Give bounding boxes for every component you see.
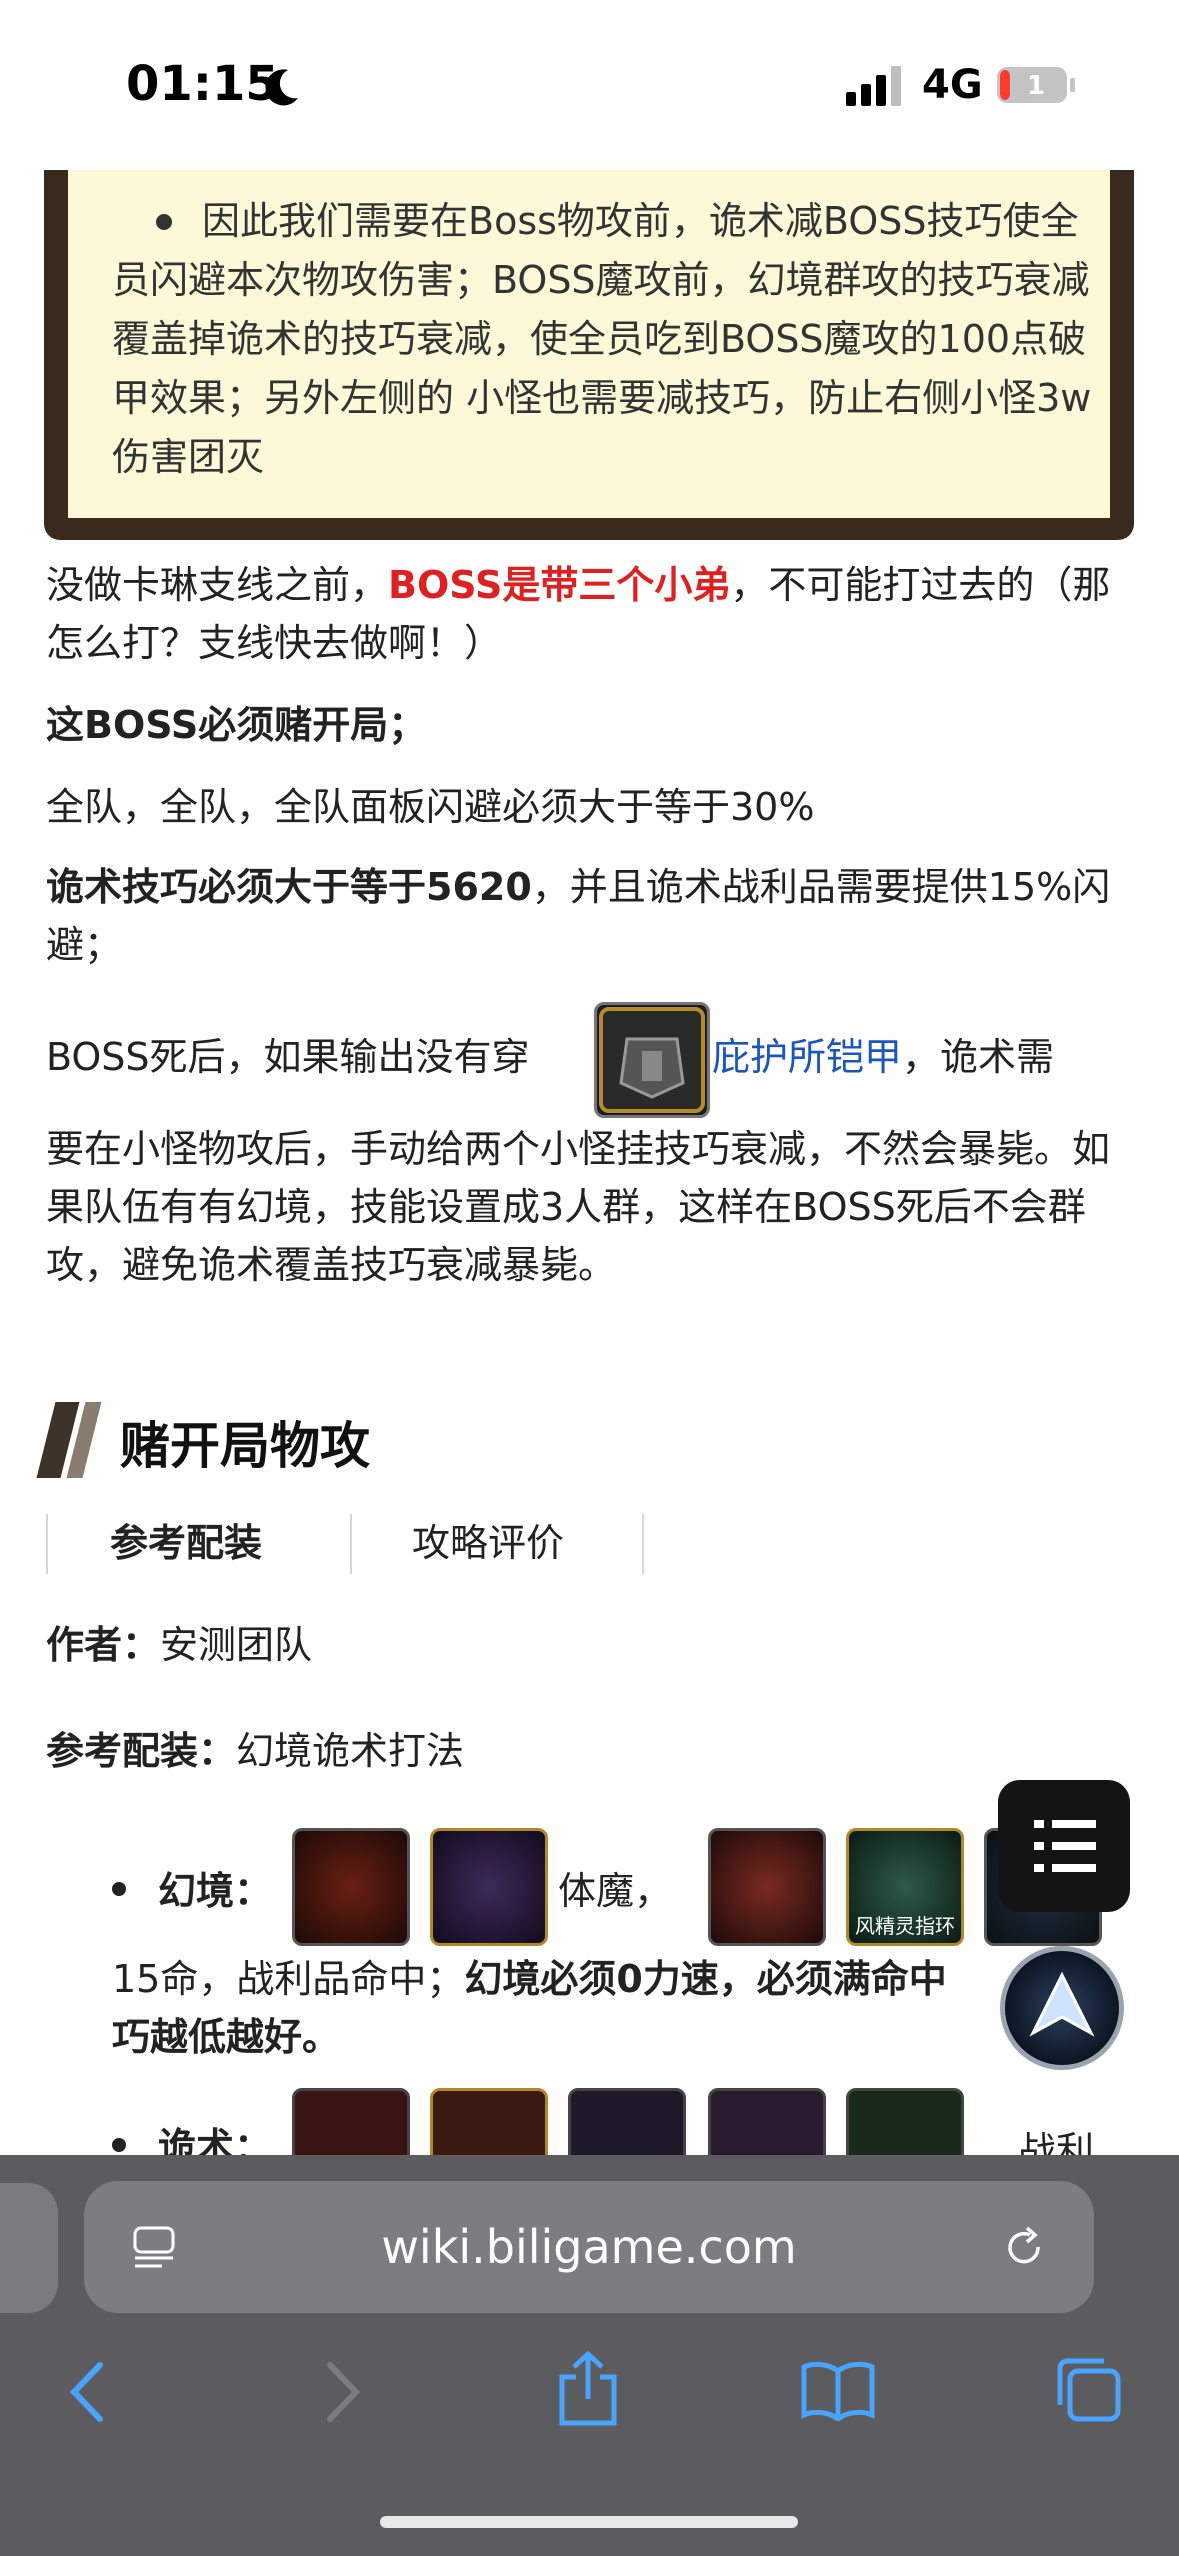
trick-label: 诡术： — [158, 2125, 273, 2155]
ring-caption: 风精灵指环 — [855, 1914, 955, 1938]
armor-link[interactable]: 庇护所铠甲 — [712, 1035, 902, 1079]
url-text[interactable]: wiki.biligame.com — [84, 2181, 1094, 2313]
reload-icon[interactable] — [1002, 2225, 1048, 2271]
trick-item-icon-5[interactable] — [846, 2088, 964, 2155]
tab-review[interactable]: 攻略评价 — [412, 1518, 564, 1568]
scythe-item-icon[interactable] — [292, 1828, 410, 1946]
author-label: 作者： — [46, 1623, 161, 1667]
p5-text: BOSS死后，如果输出没有穿 — [46, 1035, 530, 1079]
config-value: 幻境诡术打法 — [236, 1729, 465, 1773]
previous-tab-edge[interactable] — [0, 2183, 58, 2313]
forward-icon[interactable] — [320, 2361, 364, 2423]
moon-icon — [265, 69, 298, 106]
toc-button[interactable] — [998, 1780, 1130, 1912]
author-value: 安测团队 — [160, 1623, 313, 1667]
top-icon — [1029, 1971, 1095, 2037]
signal-icon — [846, 66, 901, 106]
trick-item-icon-1[interactable] — [292, 2088, 410, 2155]
back-icon[interactable] — [66, 2361, 110, 2423]
browser-toolbar: wiki.biligame.com — [0, 2155, 1179, 2556]
p1-text: 没做卡琳支线之前， — [46, 563, 389, 607]
armor-icon — [599, 1007, 705, 1113]
tab-divider — [642, 1514, 644, 1574]
illusion-mid-text: 体魔， — [558, 1869, 673, 1913]
home-indicator[interactable] — [380, 2516, 798, 2528]
paragraph-boss-death-line1b: 庇护所铠甲，诡术需 — [712, 1028, 1152, 1086]
address-bar[interactable]: wiki.biligame.com — [84, 2181, 1094, 2313]
trick-item-icon-3[interactable] — [568, 2088, 686, 2155]
paragraph-gamble: 这BOSS必须赌开局； — [46, 703, 427, 747]
tab-divider — [46, 1514, 48, 1574]
ring-item-icon[interactable]: 风精灵指环 — [846, 1828, 964, 1946]
trick-item-icon-2[interactable] — [430, 2088, 548, 2155]
armor-item-icon[interactable] — [594, 1002, 710, 1118]
note-content: 因此我们需要在Boss物攻前，诡术减BOSS技巧使全员闪避本次物攻伤害；BOSS… — [112, 199, 1092, 479]
status-bar: 01:15 4G 1 — [0, 0, 1179, 170]
illusion-line2-bold: 幻境必须0力速，必须满命中 — [464, 1957, 947, 2001]
p1-highlight: BOSS是带三个小弟 — [388, 563, 731, 607]
clock: 01:15 — [126, 56, 279, 112]
config-label: 参考配装： — [46, 1729, 237, 1773]
illusion-label: 幻境： — [158, 1869, 273, 1913]
cloak-item-icon[interactable] — [430, 1828, 548, 1946]
network-label: 4G — [922, 62, 983, 108]
tabs-icon[interactable] — [1054, 2355, 1124, 2425]
paragraph-dodge: 全队，全队，全队面板闪避必须大于等于30% — [46, 785, 815, 829]
paragraph-karin: 没做卡琳支线之前，BOSS是带三个小弟，不可能打过去的（那怎么打？支线快去做啊！… — [46, 556, 1146, 672]
tab-divider — [350, 1514, 352, 1574]
share-icon[interactable] — [556, 2351, 620, 2427]
section-title: 赌开局物攻 — [120, 1417, 370, 1475]
trick-item-icon-4[interactable] — [708, 2088, 826, 2155]
author-line: 作者：安测团队 — [46, 1616, 1146, 1674]
illusion-line2-text: 15命，战利品命中； — [112, 1957, 465, 2001]
illusion-line2: 15命，战利品命中；幻境必须0力速，必须满命中 — [112, 1950, 1112, 2008]
trick-tail-text: 战利 — [1018, 2129, 1095, 2155]
tab-reference-build[interactable]: 参考配装 — [110, 1518, 262, 1568]
p5-text-after: ，诡术需 — [902, 1035, 1055, 1079]
list-bullet — [112, 2138, 126, 2152]
paragraph-trick-skill: 诡术技巧必须大于等于5620，并且诡术战利品需要提供15%闪避； — [46, 858, 1146, 974]
helmet-item-icon[interactable] — [708, 1828, 826, 1946]
p4-bold: 诡术技巧必须大于等于5620 — [46, 865, 532, 909]
toc-icon — [1034, 1820, 1096, 1872]
bookmarks-icon[interactable] — [800, 2361, 876, 2421]
paragraph-boss-death-rest: 要在小怪物攻后，手动给两个小怪挂技巧衰减，不然会暴毙。如果队伍有有幻境，技能设置… — [46, 1127, 1111, 1287]
back-to-top-button[interactable] — [1000, 1946, 1124, 2070]
list-bullet — [112, 1882, 126, 1896]
config-line: 参考配装：幻境诡术打法 — [46, 1722, 1146, 1780]
battery-level: 1 — [1026, 71, 1046, 101]
note-text: 因此我们需要在Boss物攻前，诡术减BOSS技巧使全员闪避本次物攻伤害；BOSS… — [112, 192, 1102, 487]
